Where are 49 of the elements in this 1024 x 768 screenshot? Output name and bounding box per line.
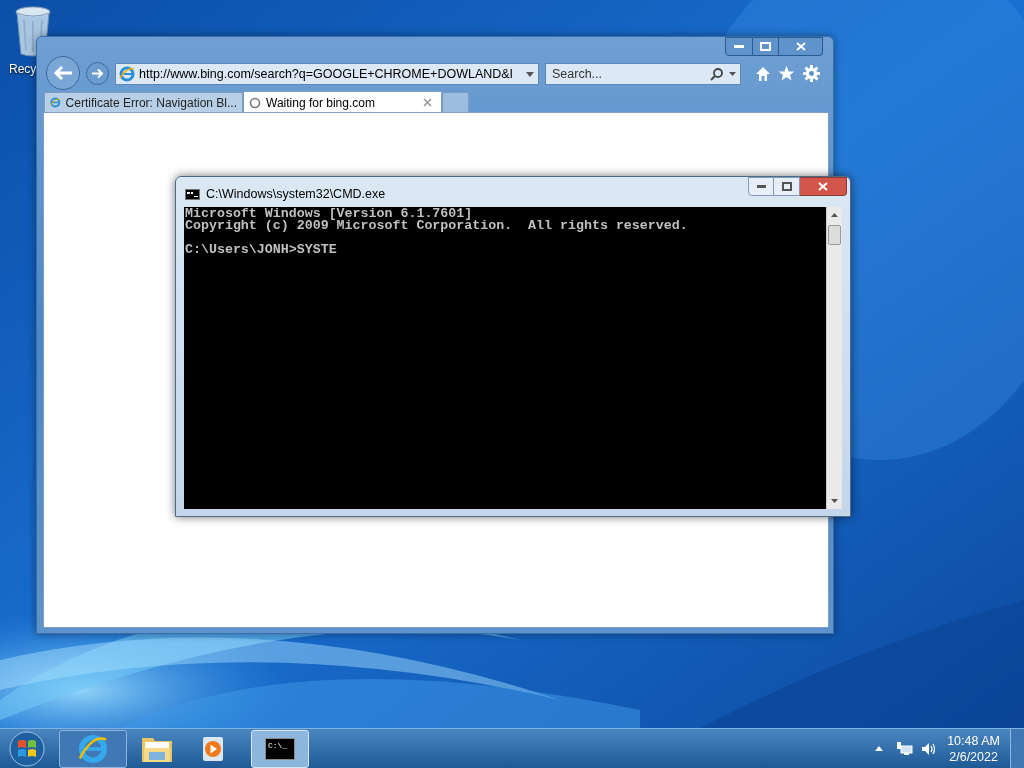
close-tab-icon[interactable]	[423, 98, 432, 107]
desktop-icon-label[interactable]: Recy	[9, 60, 37, 78]
address-text: http://www.bing.com/search?q=GOOGLE+CHROME+DOWLAND&I	[139, 65, 514, 83]
close-icon	[818, 182, 828, 191]
minimize-icon	[734, 44, 744, 49]
volume-icon[interactable]	[921, 741, 938, 756]
maximize-button[interactable]	[753, 37, 779, 56]
minimize-button[interactable]	[748, 177, 774, 196]
globe-e-icon	[50, 95, 61, 110]
globe-e-icon	[119, 66, 135, 82]
taskbar-button[interactable]: C:\_	[251, 729, 309, 768]
search-field[interactable]: Search...	[545, 63, 741, 85]
console-text: Microsoft Windows [Version 6.1.7601] Copyright (c) 2009 Microsoft Corporation. All rights reserved. C:\Users\JONH>SYSTE	[185, 208, 689, 256]
maximize-button[interactable]	[774, 177, 800, 196]
forward-arrow-icon	[91, 68, 104, 79]
maximize-icon	[781, 182, 792, 191]
show-hidden-icon[interactable]	[875, 746, 884, 751]
close-button[interactable]	[800, 177, 847, 196]
minimize-button[interactable]	[725, 37, 753, 56]
maximize-icon	[760, 42, 771, 51]
browser-tab[interactable]: Certificate Error: Navigation Bl...	[44, 92, 243, 113]
scroll-thumb[interactable]	[828, 225, 841, 245]
settings-icon[interactable]	[803, 65, 820, 82]
clock-date[interactable]: 2/6/2022	[949, 748, 998, 765]
close-icon	[795, 42, 806, 51]
search-icon[interactable]	[710, 67, 724, 81]
media-player-icon	[201, 735, 225, 762]
star-icon[interactable]	[778, 65, 795, 82]
network-icon[interactable]	[897, 741, 914, 756]
scrollbar[interactable]	[826, 207, 842, 509]
start-button[interactable]	[7, 729, 47, 768]
home-icon[interactable]	[755, 66, 771, 82]
globe-e-icon	[78, 733, 108, 764]
window-title: C:\Windows\system32\CMD.exe	[206, 186, 386, 203]
dropdown-icon[interactable]	[729, 72, 736, 76]
scroll-up-icon[interactable]	[831, 213, 838, 217]
clock-time[interactable]: 10:48 AM	[947, 732, 1000, 749]
console-icon: C:\_	[265, 737, 295, 760]
close-button[interactable]	[779, 37, 823, 56]
address-bar[interactable]: http://www.bing.com/search?q=GOOGLE+CHROME+DOWLAND&I	[115, 63, 539, 85]
scroll-down-icon[interactable]	[831, 499, 838, 503]
browser-tab[interactable]: Waiting for bing.com	[243, 91, 442, 113]
back-arrow-icon	[53, 65, 73, 81]
loading-spinner-icon	[249, 96, 261, 109]
minimize-icon	[756, 184, 766, 189]
forward-button[interactable]	[86, 62, 109, 85]
back-button[interactable]	[46, 56, 80, 90]
console-icon	[185, 188, 200, 200]
dropdown-icon[interactable]	[526, 71, 534, 77]
